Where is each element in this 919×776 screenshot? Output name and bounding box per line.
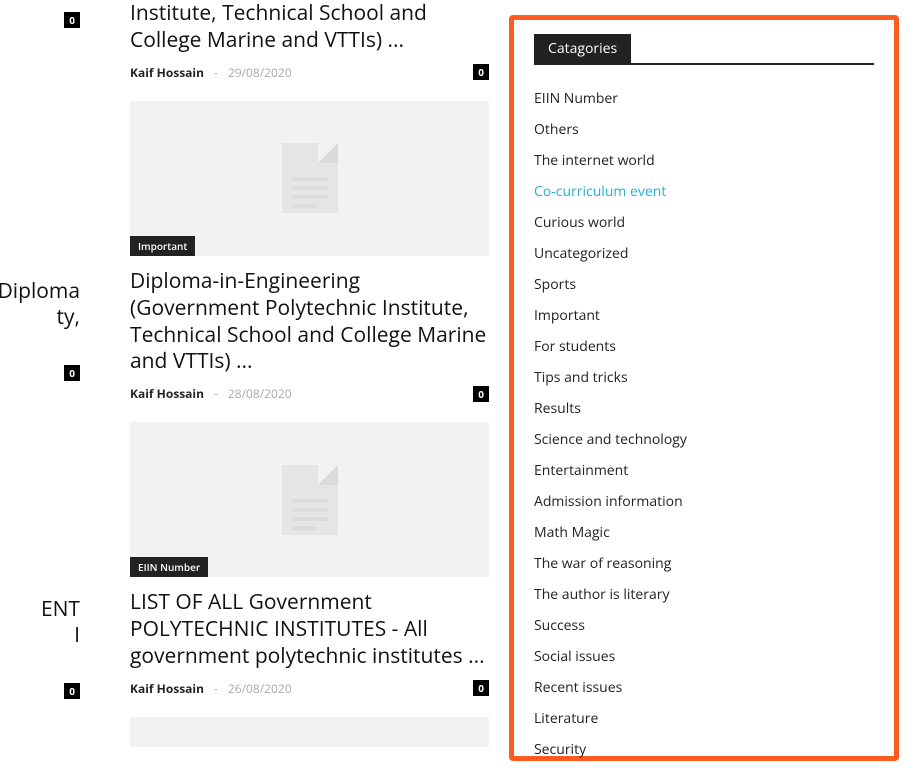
- article-date: 28/08/2020: [228, 385, 292, 402]
- category-item: The war of reasoning: [534, 548, 874, 579]
- article-date: 26/08/2020: [228, 680, 292, 697]
- category-item: Sports: [534, 269, 874, 300]
- category-item: Social issues: [534, 641, 874, 672]
- category-link[interactable]: Co-curriculum event: [534, 182, 666, 201]
- category-item: Important: [534, 300, 874, 331]
- comment-count-badge: 0: [64, 12, 80, 28]
- category-item: Uncategorized: [534, 238, 874, 269]
- category-link[interactable]: Curious world: [534, 213, 625, 232]
- category-item: Curious world: [534, 207, 874, 238]
- widget-title: Catagories: [534, 34, 631, 63]
- category-tag[interactable]: Important: [130, 236, 195, 256]
- category-link[interactable]: Recent issues: [534, 678, 622, 697]
- category-link[interactable]: Science and technology: [534, 430, 687, 449]
- category-item: Others: [534, 114, 874, 145]
- category-link[interactable]: Entertainment: [534, 461, 628, 480]
- category-link[interactable]: Tips and tricks: [534, 368, 628, 387]
- comment-count-badge: 0: [64, 683, 80, 699]
- left-partial-column: 0 Diploma ty, 0 ENT I 0: [0, 0, 80, 776]
- article-thumbnail[interactable]: Important: [130, 101, 489, 256]
- category-item: Admission information: [534, 486, 874, 517]
- document-icon: [282, 465, 338, 535]
- category-item: Results: [534, 393, 874, 424]
- category-link[interactable]: Admission information: [534, 492, 683, 511]
- category-item: Science and technology: [534, 424, 874, 455]
- partial-title: Diploma ty,: [0, 278, 80, 331]
- category-link[interactable]: For students: [534, 337, 616, 356]
- widget-header: Catagories: [534, 34, 874, 65]
- category-link[interactable]: Results: [534, 399, 581, 418]
- category-item: Entertainment: [534, 455, 874, 486]
- categories-sidebar: Catagories EIIN Number Others The internet…: [509, 15, 899, 761]
- category-item: EIIN Number: [534, 83, 874, 114]
- document-icon: [282, 143, 338, 213]
- comment-count-badge: 0: [473, 386, 489, 402]
- category-item: Co-curriculum event: [534, 176, 874, 207]
- article-date: 29/08/2020: [228, 64, 292, 81]
- category-link[interactable]: Security: [534, 740, 586, 759]
- article-title[interactable]: Diploma-in-Engineering (Government Polyt…: [130, 268, 489, 376]
- category-item: Success: [534, 610, 874, 641]
- category-item: Recent issues: [534, 672, 874, 703]
- category-link[interactable]: Uncategorized: [534, 244, 628, 263]
- comment-count-badge: 0: [64, 365, 80, 381]
- article-title[interactable]: Institute, Technical School and College …: [130, 0, 489, 54]
- article-thumbnail[interactable]: [130, 717, 489, 747]
- category-item: The internet world: [534, 145, 874, 176]
- category-list: EIIN Number Others The internet world Co-cu…: [534, 83, 874, 765]
- article-item: Institute, Technical School and College …: [130, 0, 489, 81]
- article-author[interactable]: Kaif Hossain: [130, 680, 204, 697]
- article-author[interactable]: Kaif Hossain: [130, 64, 204, 81]
- category-link[interactable]: Literature: [534, 709, 598, 728]
- category-link[interactable]: Others: [534, 120, 579, 139]
- category-link[interactable]: Success: [534, 616, 585, 635]
- category-link[interactable]: EIIN Number: [534, 89, 618, 108]
- partial-title: ENT I: [41, 596, 80, 649]
- articles-column: Institute, Technical School and College …: [80, 0, 509, 776]
- comment-count-badge: 0: [473, 680, 489, 696]
- category-tag[interactable]: EIIN Number: [130, 557, 208, 577]
- article-author[interactable]: Kaif Hossain: [130, 385, 204, 402]
- article-item: EIIN Number LIST OF ALL Government POLYT…: [130, 422, 489, 697]
- article-item: Important Diploma-in-Engineering (Govern…: [130, 101, 489, 403]
- category-link[interactable]: The war of reasoning: [534, 554, 671, 573]
- category-item: For students: [534, 331, 874, 362]
- article-thumbnail[interactable]: EIIN Number: [130, 422, 489, 577]
- article-item: [130, 717, 489, 747]
- category-link[interactable]: Sports: [534, 275, 576, 294]
- article-title[interactable]: LIST OF ALL Government POLYTECHNIC INSTI…: [130, 589, 489, 670]
- category-link[interactable]: Important: [534, 306, 600, 325]
- category-link[interactable]: The author is literary: [534, 585, 670, 604]
- category-link[interactable]: Social issues: [534, 647, 615, 666]
- category-item: Security: [534, 734, 874, 765]
- category-item: Tips and tricks: [534, 362, 874, 393]
- category-link[interactable]: Math Magic: [534, 523, 610, 542]
- comment-count-badge: 0: [473, 64, 489, 80]
- category-item: Math Magic: [534, 517, 874, 548]
- category-item: Literature: [534, 703, 874, 734]
- category-item: The author is literary: [534, 579, 874, 610]
- category-link[interactable]: The internet world: [534, 151, 655, 170]
